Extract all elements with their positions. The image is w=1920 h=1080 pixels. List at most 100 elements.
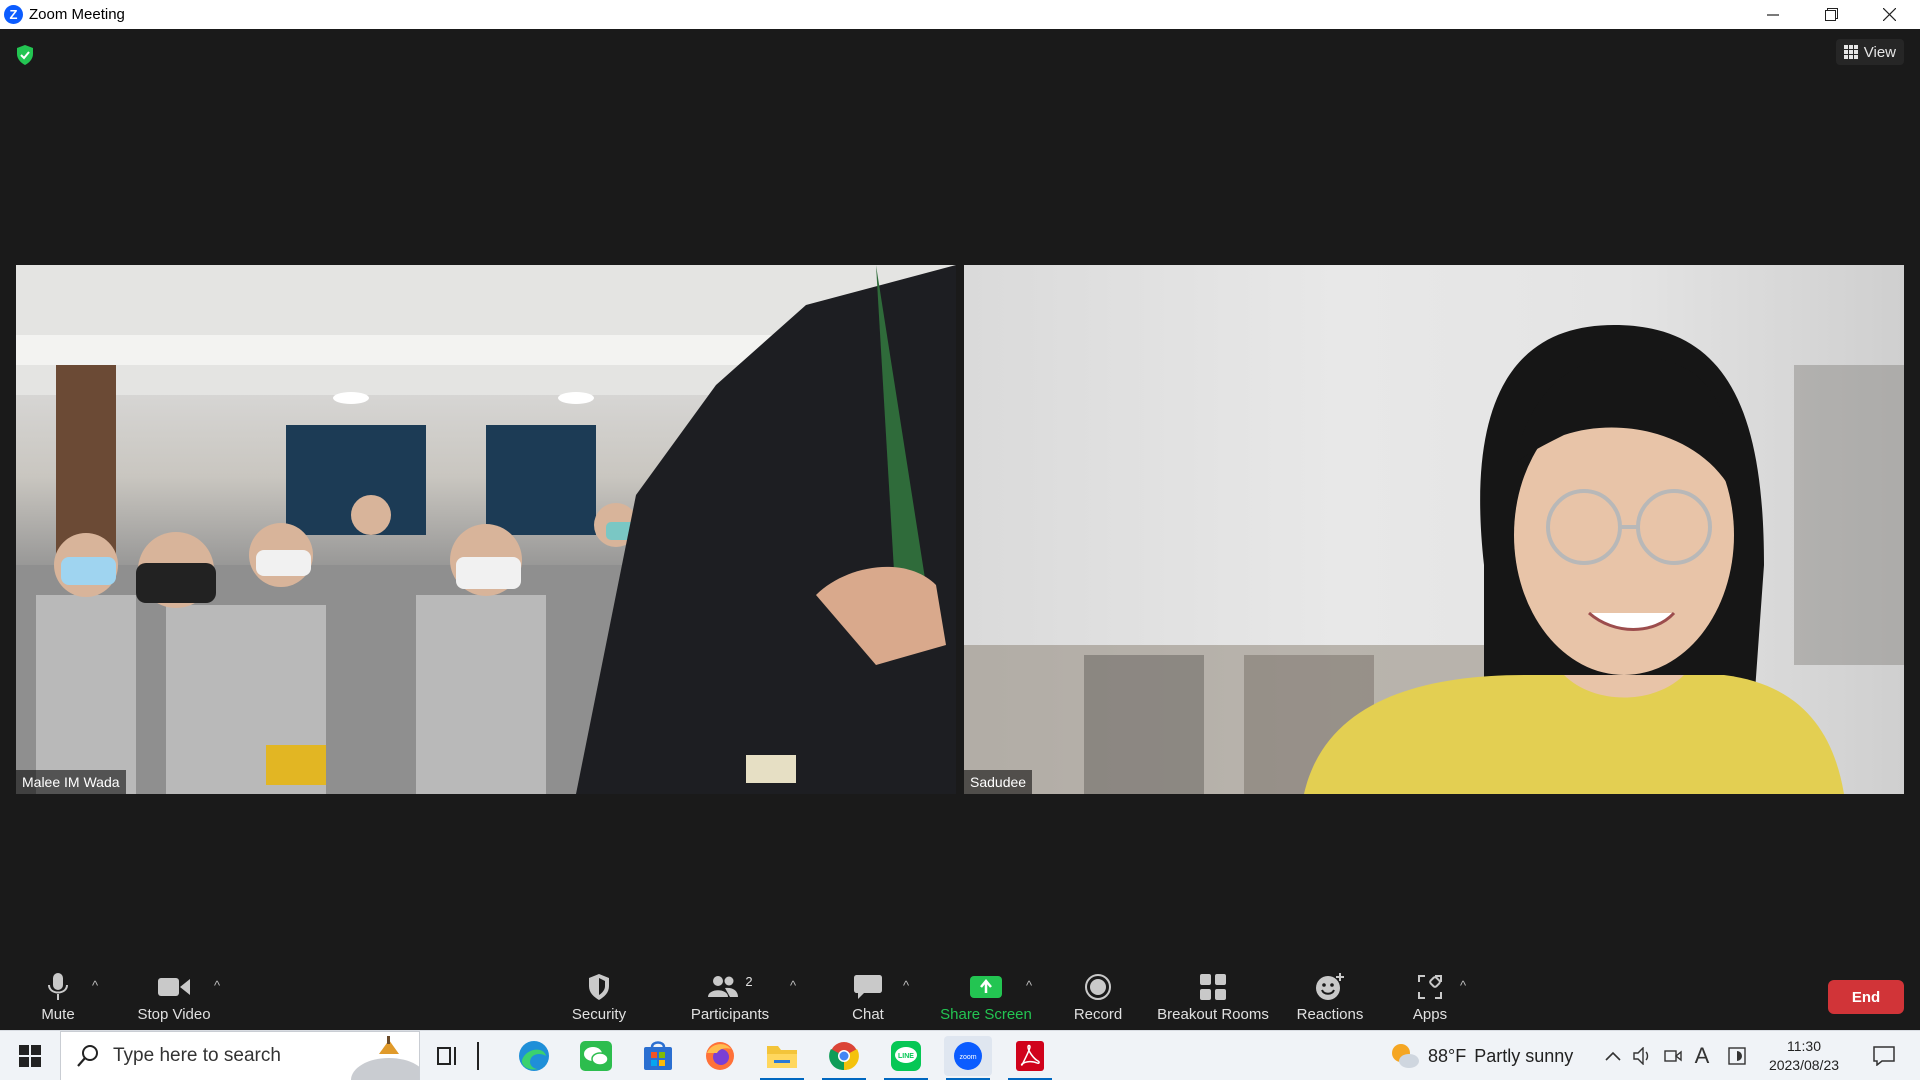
portrait-video-feed <box>964 325 1904 794</box>
task-view-icon <box>437 1047 456 1065</box>
video-tile-malee[interactable]: Malee IM Wada <box>16 265 956 794</box>
record-label: Record <box>1073 1006 1123 1023</box>
record-icon <box>1085 974 1111 1000</box>
brightness-icon <box>1728 1047 1746 1065</box>
weather-widget[interactable]: 88°F Partly sunny <box>1390 1031 1573 1080</box>
chat-bubble-icon <box>854 975 882 999</box>
mute-label: Mute <box>41 1006 75 1023</box>
adobe-acrobat-icon <box>1016 1041 1044 1071</box>
zoom-meeting-window: Z Zoom Meeting View Malee IM Wada Sadude… <box>0 0 1920 1080</box>
task-view-button[interactable] <box>424 1036 472 1076</box>
volume-button[interactable] <box>1630 1031 1656 1080</box>
video-options-caret[interactable]: ^ <box>214 978 220 993</box>
participant-name-label: Malee IM Wada <box>16 770 126 794</box>
close-button[interactable] <box>1860 0 1918 29</box>
weather-description: Partly sunny <box>1474 1045 1574 1066</box>
breakout-rooms-icon <box>1200 974 1226 1000</box>
taskbar-zoom[interactable]: zoom <box>944 1036 992 1080</box>
participants-button[interactable]: 2 Participants <box>686 970 774 1030</box>
speaker-icon <box>1633 1047 1649 1065</box>
classroom-video-feed <box>16 265 956 794</box>
camera-tray-icon <box>1664 1050 1682 1062</box>
wechat-icon <box>580 1041 612 1071</box>
restore-button[interactable] <box>1802 0 1860 29</box>
notification-bubble-icon <box>1873 1046 1895 1066</box>
input-method-indicator[interactable]: A <box>1690 1031 1714 1080</box>
end-meeting-button[interactable]: End <box>1828 980 1904 1014</box>
zoom-app-icon: zoom <box>954 1042 982 1070</box>
taskbar-edge[interactable] <box>510 1036 558 1076</box>
reactions-label: Reactions <box>1296 1006 1364 1023</box>
security-button[interactable]: Security <box>564 970 634 1030</box>
edge-browser-icon <box>519 1041 549 1071</box>
chrome-icon <box>829 1042 859 1071</box>
chevron-up-icon <box>1605 1051 1621 1061</box>
participants-options-caret[interactable]: ^ <box>790 978 796 993</box>
meeting-toolbar: Mute ^ Stop Video ^ Security 2 Participa… <box>0 970 1920 1030</box>
participant-name-label: Sadudee <box>964 770 1033 794</box>
microphone-icon <box>48 973 68 1000</box>
apps-button[interactable]: Apps <box>1408 970 1452 1030</box>
chat-button[interactable]: Chat <box>846 970 890 1030</box>
breakout-rooms-button[interactable]: Breakout Rooms <box>1156 970 1270 1030</box>
taskbar-file-explorer[interactable] <box>758 1036 806 1080</box>
taskbar-firefox[interactable] <box>696 1036 744 1076</box>
participants-count-badge: 2 <box>745 974 753 989</box>
windows-logo-icon <box>19 1045 41 1067</box>
shield-check-icon[interactable] <box>16 45 34 65</box>
minimize-icon <box>1767 13 1779 16</box>
audio-options-caret[interactable]: ^ <box>92 978 98 993</box>
line-app-icon: LINE <box>891 1041 921 1071</box>
reactions-button[interactable]: Reactions <box>1292 970 1368 1030</box>
notifications-button[interactable] <box>1864 1031 1904 1080</box>
svg-text:LINE: LINE <box>898 1053 914 1060</box>
record-button[interactable]: Record <box>1070 970 1126 1030</box>
clock-time: 11:30 <box>1787 1038 1821 1054</box>
view-button[interactable]: View <box>1835 39 1904 65</box>
taskbar-clock[interactable]: 11:30 2023/08/23 <box>1762 1037 1846 1075</box>
meeting-area: View Malee IM Wada Sadudee <box>0 29 1920 970</box>
title-bar: Z Zoom Meeting <box>0 0 1920 29</box>
chat-options-caret[interactable]: ^ <box>903 978 909 993</box>
divider-icon <box>477 1042 479 1070</box>
reactions-smiley-icon <box>1316 973 1344 1000</box>
share-options-caret[interactable]: ^ <box>1026 978 1032 993</box>
view-label: View <box>1863 43 1896 61</box>
taskbar-line[interactable]: LINE <box>882 1036 930 1080</box>
taskbar-acrobat[interactable] <box>1006 1036 1054 1080</box>
close-icon <box>1882 8 1896 21</box>
taskbar-wechat[interactable] <box>572 1036 620 1076</box>
grid-icon <box>1843 45 1858 59</box>
share-screen-label: Share Screen <box>940 1006 1032 1023</box>
minimize-button[interactable] <box>1744 0 1802 29</box>
partly-sunny-icon <box>1392 1044 1419 1068</box>
participants-icon <box>708 976 739 997</box>
share-screen-icon <box>970 976 1002 998</box>
taskbar-search-box[interactable]: Type here to search <box>60 1031 420 1080</box>
apps-label: Apps <box>1412 1006 1448 1023</box>
chat-label: Chat <box>852 1006 884 1023</box>
share-screen-button[interactable]: Share Screen <box>936 970 1036 1030</box>
apps-options-caret[interactable]: ^ <box>1460 978 1466 993</box>
firefox-icon <box>706 1042 734 1070</box>
night-light-button[interactable] <box>1724 1031 1750 1080</box>
breakout-rooms-label: Breakout Rooms <box>1157 1006 1269 1023</box>
security-shield-icon <box>589 974 609 1000</box>
stop-video-button[interactable]: Stop Video <box>130 970 218 1030</box>
meet-now-button[interactable] <box>1660 1031 1686 1080</box>
start-button[interactable] <box>0 1031 60 1080</box>
search-icon <box>77 1045 98 1067</box>
taskbar-chrome[interactable] <box>820 1036 868 1080</box>
clock-date: 2023/08/23 <box>1768 1057 1840 1073</box>
window-title: Zoom Meeting <box>29 6 125 23</box>
weather-temperature: 88°F <box>1428 1045 1467 1066</box>
taskbar-store[interactable] <box>634 1036 682 1076</box>
video-tile-sadudee[interactable]: Sadudee <box>964 265 1904 794</box>
search-highlight-image-icon <box>351 1036 419 1080</box>
show-hidden-icons-button[interactable] <box>1600 1031 1626 1080</box>
mute-button[interactable]: Mute <box>30 970 86 1030</box>
search-placeholder: Type here to search <box>113 1045 281 1066</box>
windows-taskbar: Type here to search LINE zoom 88°F Partl… <box>0 1030 1920 1080</box>
restore-icon <box>1824 8 1838 21</box>
video-camera-icon <box>158 978 190 996</box>
